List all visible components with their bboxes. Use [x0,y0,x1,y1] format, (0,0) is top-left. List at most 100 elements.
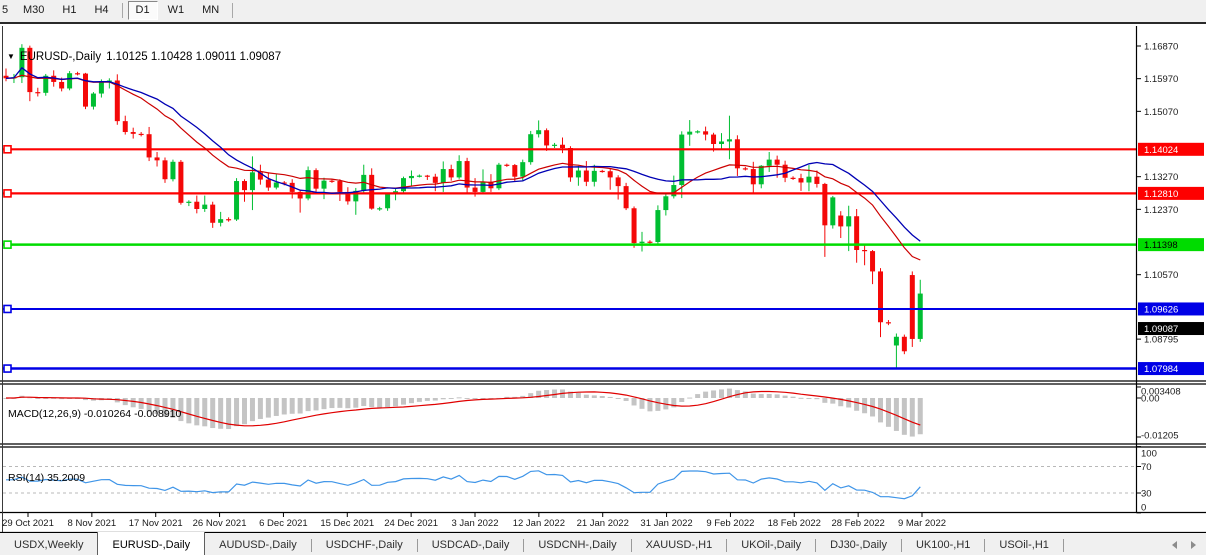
timeframe-button-h4[interactable]: H4 [86,1,116,20]
time-tick-label: 9 Feb 2022 [706,518,754,529]
timeframe-button-mn[interactable]: MN [194,1,227,20]
timeframe-button-m30[interactable]: M30 [15,1,52,20]
candle-bull [679,135,684,185]
level-drag-handle[interactable] [4,241,11,248]
main-price-pane[interactable] [3,44,1136,372]
macd-histogram-bar [592,395,597,398]
macd-histogram-bar [624,398,629,401]
rsi-axis-label: 0 [1141,503,1146,514]
macd-histogram-bar [202,398,207,426]
chart-title: ▼ EURUSD-,Daily 1.10125 1.10428 1.09011 … [7,51,281,63]
macd-histogram-bar [719,389,724,398]
chart-tab-audusd-daily[interactable]: AUDUSD-,Daily [205,533,311,555]
macd-histogram-bar [322,398,327,409]
trading-terminal-window: 5M30H1H4D1W1MN 1.168701.159701.150701.13… [0,0,1206,555]
rsi-indicator-label: RSI(14) 35.2009 [8,472,85,484]
timeframe-button-w1[interactable]: W1 [160,1,193,20]
timeframe-toolbar: 5M30H1H4 D1W1MN [0,0,1206,21]
candle-bear [329,181,334,182]
macd-histogram-bar [377,398,382,408]
candle-bear [910,275,915,339]
price-tick-label: 1.13270 [1144,172,1178,183]
macd-histogram-bar [393,398,398,406]
price-tick-label: 1.10570 [1144,270,1178,281]
timeframe-button-5[interactable]: 5 [1,1,13,20]
candle-bull [401,178,406,191]
candle-bear [242,181,247,190]
macd-histogram-bar [600,396,605,398]
candle-bear [624,186,629,208]
candle-bull [91,94,96,107]
macd-histogram-bar [266,398,271,418]
candle-bull [322,181,327,189]
candle-bear [369,175,374,209]
timeframe-button-d1[interactable]: D1 [128,1,158,20]
price-tick-label: 1.15970 [1144,74,1178,85]
macd-histogram-bar [385,398,390,407]
candle-bull [830,197,835,225]
chart-tab-usdchf-daily[interactable]: USDCHF-,Daily [312,533,417,555]
candle-bear [512,165,517,177]
candle-bear [878,271,883,322]
candle-bull [528,134,533,162]
chart-tab-usdcnh-daily[interactable]: USDCNH-,Daily [524,533,630,555]
tab-scroll-left-icon[interactable] [1172,541,1177,549]
candle-bull [234,181,239,219]
candle-bear [568,148,573,177]
candle-bear [886,322,891,323]
candle-bull [377,208,382,209]
candle-bull [186,202,191,203]
candle-bear [822,184,827,225]
macd-histogram-bar [465,398,470,399]
macd-histogram-bar [655,398,660,411]
time-tick-label: 24 Dec 2021 [384,518,438,529]
time-tick-label: 15 Dec 2021 [320,518,374,529]
candle-bull [767,160,772,166]
chart-tab-dj30-daily[interactable]: DJ30-,Daily [816,533,901,555]
macd-histogram-bar [902,398,907,435]
chart-tab-ukoil-daily[interactable]: UKOil-,Daily [727,533,815,555]
price-tick-label: 1.15070 [1144,107,1178,118]
candle-bull [99,81,104,93]
candle-bear [870,251,875,271]
price-level-badge: 1.11398 [1144,240,1178,251]
chart-canvas[interactable]: 1.168701.159701.150701.132701.123701.105… [0,24,1206,555]
macd-histogram-bar [783,396,788,398]
candle-bear [735,139,740,168]
symbol-dropdown-icon: ▼ [7,52,15,62]
level-drag-handle[interactable] [4,365,11,372]
chart-tab-usdcad-daily[interactable]: USDCAD-,Daily [418,533,524,555]
chart-symbol-label: EURUSD-,Daily [20,51,101,63]
time-tick-label: 31 Jan 2022 [640,518,692,529]
chart-tab-xauusd-h1[interactable]: XAUUSD-,H1 [632,533,727,555]
price-level-badge: 1.12810 [1144,189,1178,200]
candle-bear [425,176,430,177]
candle-bear [791,178,796,179]
rsi-axis-label: 100 [1141,449,1157,460]
tab-scroll-right-icon[interactable] [1191,541,1196,549]
timeframe-button-h1[interactable]: H1 [54,1,84,20]
price-level-badge: 1.07984 [1144,364,1178,375]
candle-bull [719,141,724,144]
time-tick-label: 21 Jan 2022 [577,518,629,529]
level-drag-handle[interactable] [4,190,11,197]
macd-histogram-bar [791,397,796,398]
candle-bull [552,145,557,146]
rsi-pane[interactable] [3,467,1136,499]
macd-histogram-bar [759,394,764,398]
candle-bull [655,210,660,242]
chart-tab-uk100-h1[interactable]: UK100-,H1 [902,533,984,555]
price-level-badge: 1.09626 [1144,304,1178,315]
macd-histogram-bar [576,393,581,398]
chart-tab-eurusd-daily[interactable]: EURUSD-,Daily [97,532,205,555]
level-drag-handle[interactable] [4,305,11,312]
level-drag-handle[interactable] [4,146,11,153]
candle-bear [314,170,319,189]
macd-histogram-bar [258,398,263,419]
chart-tab-usdx-weekly[interactable]: USDX,Weekly [0,533,97,555]
chart-window: 1.168701.159701.150701.132701.123701.105… [0,22,1206,555]
chart-tab-usoil-h1[interactable]: USOil-,H1 [985,533,1063,555]
macd-histogram-bar [369,398,374,407]
candle-bear [814,177,819,184]
candle-bull [202,205,207,209]
